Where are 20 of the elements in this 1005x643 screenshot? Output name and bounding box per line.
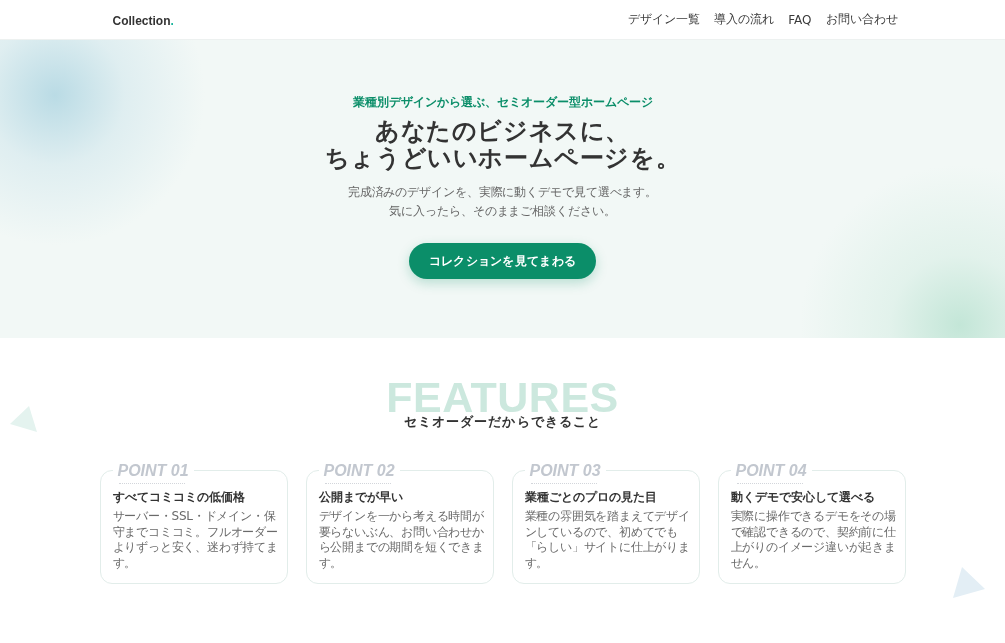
feature-title: 公開までが早い (318, 489, 404, 505)
nav-link[interactable]: 導入の流れ (714, 11, 775, 28)
site-logo[interactable]: Collection. (112, 11, 174, 28)
hero-tagline: 業種別デザインから選ぶ、セミオーダー型ホームページ (352, 94, 653, 110)
triangle-decoration (10, 406, 37, 433)
triangle-decoration (953, 567, 985, 598)
feature-description: サーバー・SSL・ドメイン・保守までコミコミ。フルオーダーよりずっと安く、迷わず持てます。 (112, 509, 279, 571)
section-heading: セミオーダーだからできること (403, 414, 602, 430)
nav-link[interactable]: FAQ (788, 12, 812, 27)
feature-description: 業種の雰囲気を踏まえてデザインしているので、初めてでも「らしい」サイトに仕上がります。 (524, 509, 691, 571)
hero-description: 完成済みのデザインを、実際に動くデモで見て選べます。 気に入ったら、そのままご相談ください。 (347, 184, 658, 220)
feature-title: 業種ごとのプロの見た目 (524, 489, 658, 505)
collection-button[interactable]: コレクションを見てまわる (408, 243, 597, 279)
feature-title: 動くデモで安心して選べる (730, 489, 876, 505)
nav-link[interactable]: デザイン一覧 (628, 11, 701, 28)
feature-title: すべてコミコミの低価格 (112, 489, 246, 505)
feature-description: デザインを一から考える時間が要らないぶん、お問い合わせから公開までの期間を短くできます。 (318, 509, 485, 571)
hero-heading: あなたのビジネスに、 ちょうどいいホームページを。 (324, 118, 681, 172)
feature-description: 実際に操作できるデモをその場で確認できるので、契約前に仕上がりのイメージ違いが起きません。 (730, 509, 897, 571)
nav-link[interactable]: お問い合わせ (825, 11, 898, 28)
